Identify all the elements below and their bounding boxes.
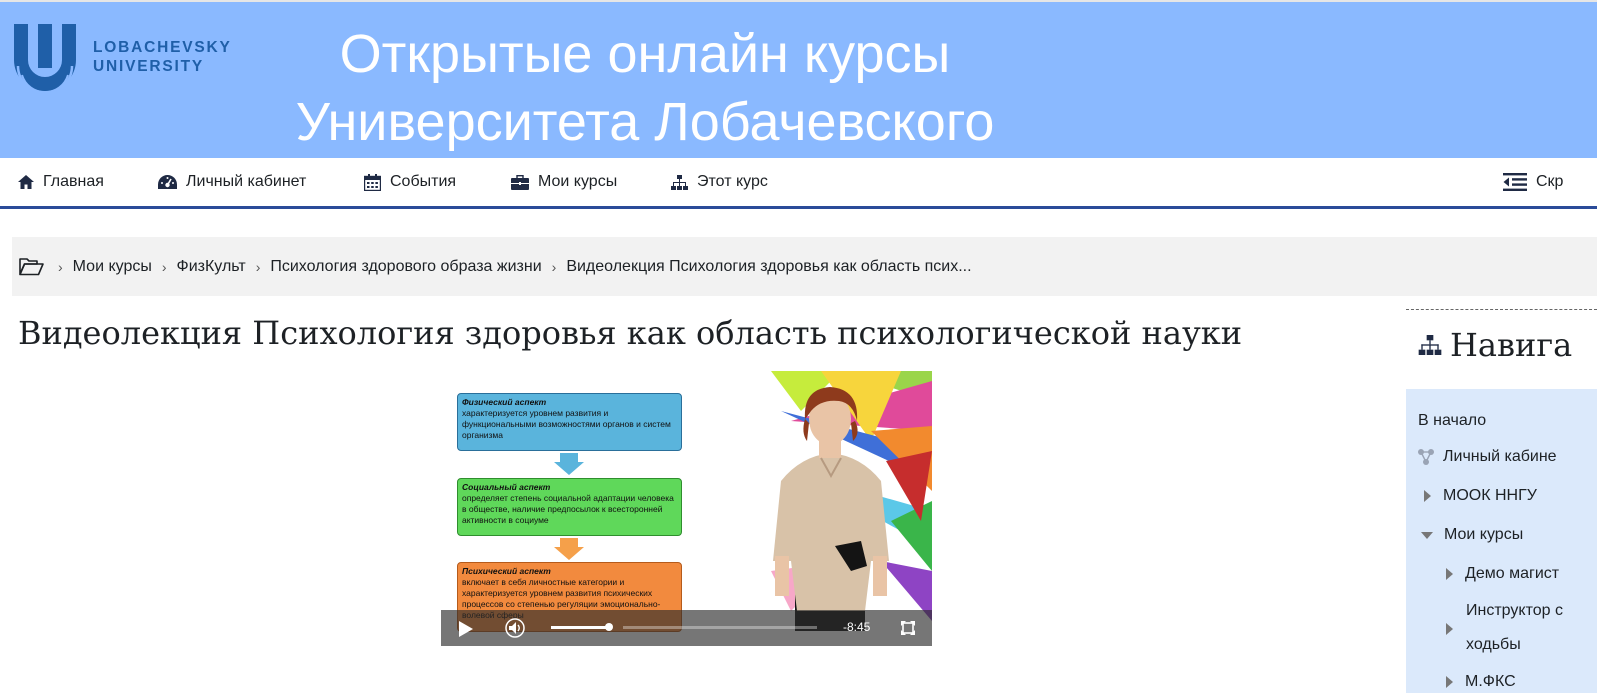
expand-arrow-icon <box>1424 490 1431 502</box>
expand-arrow-icon <box>1446 676 1453 688</box>
outdent-icon <box>1503 173 1527 191</box>
sidebar-item-mfks[interactable]: М.ФКС <box>1446 673 1516 691</box>
folder-open-icon[interactable] <box>19 257 44 276</box>
breadcrumb-my-courses[interactable]: Мои курсы <box>73 258 152 276</box>
play-icon[interactable] <box>459 621 473 637</box>
site-title-line-1: Открытые онлайн курсы <box>339 24 951 84</box>
seek-bar[interactable] <box>623 626 817 629</box>
sidebar-item-demo-course[interactable]: Демо магист <box>1446 565 1559 583</box>
nav-my-courses-label: Мои курсы <box>538 173 618 190</box>
nav-this-course-label: Этот курс <box>697 173 768 190</box>
dashboard-gauge-icon <box>158 175 177 189</box>
slide-box-social: Социальный аспект определяет степень соц… <box>457 478 682 536</box>
sidebar-divider <box>1406 309 1597 310</box>
volume-slider-handle[interactable] <box>605 623 613 631</box>
expand-arrow-icon <box>1446 568 1453 580</box>
arrow-down-icon <box>554 538 584 560</box>
site-title: Открытые онлайн курсы Университета Лобач… <box>0 20 1290 156</box>
arrow-down-icon <box>554 453 584 475</box>
calendar-icon <box>364 173 381 191</box>
nav-my-courses[interactable]: Мои курсы <box>511 158 617 206</box>
home-icon <box>18 175 34 189</box>
time-remaining: -8:45 <box>843 620 871 634</box>
breadcrumb-separator: › <box>255 258 261 275</box>
dashboard-node-icon <box>1418 449 1434 465</box>
volume-slider[interactable] <box>551 626 609 629</box>
hide-blocks-button[interactable]: Скр <box>1503 158 1563 206</box>
sidebar-item-label: МООК ННГУ <box>1443 487 1537 504</box>
breadcrumb-separator: › <box>58 258 63 275</box>
breadcrumb-current: Видеолекция Психология здоровья как обла… <box>566 257 972 275</box>
briefcase-icon <box>511 174 529 190</box>
nav-events[interactable]: События <box>364 158 456 206</box>
collapse-arrow-icon <box>1421 531 1433 539</box>
sidebar-item-instructor-line1[interactable]: Инструктор с <box>1466 602 1563 620</box>
sidebar-item-label: ходьбы <box>1466 636 1521 653</box>
main-navbar: Главная Личный кабинет События Мои курсы… <box>0 158 1597 209</box>
sidebar-item-mook[interactable]: МООК ННГУ <box>1424 487 1537 505</box>
page-title: Видеолекция Психология здоровья как обла… <box>18 314 1243 352</box>
video-controls: -8:45 <box>441 610 932 646</box>
navigation-block: В начало Личный кабине МООК ННГУ Мои кур… <box>1406 389 1597 693</box>
lecturer-figure <box>773 387 889 631</box>
sidebar-item-label: В начало <box>1418 412 1487 429</box>
breadcrumb-separator: › <box>161 258 167 275</box>
sidebar-item-my-courses[interactable]: Мои курсы <box>1421 526 1523 544</box>
hide-blocks-label: Скр <box>1536 173 1564 190</box>
slide-box-physical: Физический аспект характеризуется уровне… <box>457 393 682 451</box>
breadcrumb-separator: › <box>551 258 557 275</box>
fullscreen-icon[interactable] <box>901 621 915 635</box>
slide-box-physical-text: характеризуется уровнем развития и функц… <box>462 408 671 440</box>
sidebar-item-label: Инструктор с <box>1466 602 1563 619</box>
breadcrumb-category[interactable]: ФизКульт <box>177 258 246 276</box>
site-header: LOBACHEVSKY UNIVERSITY Открытые онлайн к… <box>0 2 1597 158</box>
sidebar-item-home[interactable]: В начало <box>1418 412 1486 430</box>
nav-home-label: Главная <box>43 173 104 190</box>
volume-icon[interactable] <box>504 618 526 638</box>
slide-box-social-text: определяет степень социальной адаптации … <box>462 493 674 525</box>
navigation-block-heading: Навига <box>1418 326 1572 364</box>
sidebar-item-label: Личный кабине <box>1443 448 1557 465</box>
site-title-line-2: Университета Лобачевского <box>295 92 995 152</box>
slide-box-physical-heading: Физический аспект <box>462 397 547 407</box>
nav-this-course[interactable]: Этот курс <box>671 158 768 206</box>
sidebar-item-instructor-line2[interactable]: ходьбы <box>1466 636 1521 654</box>
sidebar-item-label: М.ФКС <box>1465 673 1516 690</box>
sitemap-icon <box>671 174 688 190</box>
nav-events-label: События <box>390 173 457 190</box>
slide-box-mental-heading: Психический аспект <box>462 566 551 576</box>
nav-dashboard[interactable]: Личный кабинет <box>158 158 306 206</box>
video-player[interactable]: Физический аспект характеризуется уровне… <box>441 371 932 646</box>
slide-box-social-heading: Социальный аспект <box>462 482 551 492</box>
sidebar-item-label: Мои курсы <box>1444 526 1524 543</box>
breadcrumb-course[interactable]: Психология здорового образа жизни <box>270 258 541 276</box>
sidebar-item-label: Демо магист <box>1465 565 1560 582</box>
expand-arrow-icon <box>1446 623 1453 635</box>
sitemap-icon <box>1418 335 1442 355</box>
navigation-block-title: Навига <box>1450 326 1573 364</box>
nav-home[interactable]: Главная <box>18 158 104 206</box>
sidebar-item-dashboard[interactable]: Личный кабине <box>1417 448 1557 466</box>
breadcrumb: › Мои курсы › ФизКульт › Психология здор… <box>12 237 1597 296</box>
nav-dashboard-label: Личный кабинет <box>186 173 307 190</box>
